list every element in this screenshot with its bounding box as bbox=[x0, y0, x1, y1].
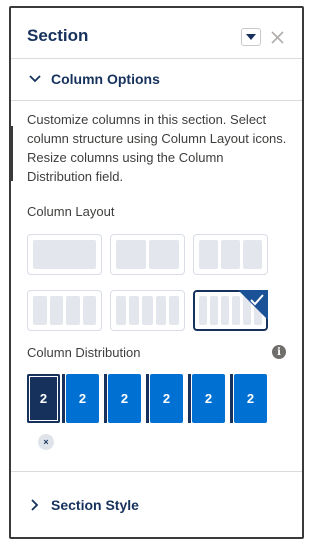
chevron-down-icon bbox=[27, 71, 43, 87]
layout-column bbox=[142, 296, 153, 325]
layout-column bbox=[129, 296, 140, 325]
layout-column bbox=[221, 240, 240, 269]
layout-column bbox=[82, 296, 96, 325]
distribution-resize-handle[interactable] bbox=[62, 374, 65, 423]
distribution-resize-handle[interactable] bbox=[230, 374, 233, 423]
layout-column bbox=[199, 240, 218, 269]
distribution-resize-handle[interactable] bbox=[104, 374, 107, 423]
layout-option-1-column[interactable] bbox=[27, 234, 102, 275]
info-icon[interactable]: i bbox=[272, 345, 286, 359]
layout-option-5-columns[interactable] bbox=[110, 290, 185, 331]
layout-column bbox=[33, 240, 96, 269]
chevron-down-icon bbox=[246, 34, 256, 40]
layout-option-2-columns[interactable] bbox=[110, 234, 185, 275]
column-layout-label: Column Layout bbox=[27, 204, 115, 219]
layout-column bbox=[149, 240, 179, 269]
checkmark-icon bbox=[250, 294, 264, 306]
panel-title: Section bbox=[27, 26, 89, 45]
layout-column bbox=[33, 296, 47, 325]
distribution-column-1[interactable]: 2 bbox=[27, 374, 60, 423]
layout-column bbox=[243, 240, 262, 269]
column-options-divider bbox=[11, 100, 302, 101]
distribution-column-5[interactable]: 2 bbox=[192, 374, 225, 423]
distribution-column-6[interactable]: 2 bbox=[234, 374, 267, 423]
section-properties-panel: Section Column Options Customize columns… bbox=[9, 6, 304, 539]
layout-option-3-columns[interactable] bbox=[193, 234, 268, 275]
close-icon bbox=[270, 30, 284, 44]
column-options-toggle[interactable]: Column Options bbox=[27, 71, 160, 87]
distribution-resize-handle[interactable] bbox=[188, 374, 191, 423]
chevron-right-icon bbox=[27, 497, 43, 513]
distribution-resize-handle[interactable] bbox=[146, 374, 149, 423]
column-options-label: Column Options bbox=[51, 71, 160, 87]
panel-menu-button[interactable] bbox=[241, 28, 261, 46]
distribution-column-4[interactable]: 2 bbox=[150, 374, 183, 423]
layout-column bbox=[116, 296, 127, 325]
layout-option-6-columns[interactable] bbox=[193, 290, 268, 331]
column-distribution-label: Column Distribution bbox=[27, 345, 141, 360]
layout-column bbox=[168, 296, 180, 325]
layout-column bbox=[155, 296, 166, 325]
layout-column bbox=[210, 296, 218, 325]
layout-column bbox=[116, 240, 146, 269]
section-style-toggle[interactable]: Section Style bbox=[27, 497, 139, 513]
section-style-label: Section Style bbox=[51, 497, 139, 513]
section-divider bbox=[11, 471, 302, 472]
header-divider bbox=[11, 58, 302, 59]
layout-option-4-columns[interactable] bbox=[27, 290, 102, 331]
distribution-column-2[interactable]: 2 bbox=[66, 374, 99, 423]
column-options-description: Customize columns in this section. Selec… bbox=[27, 112, 287, 184]
column-distribution-field: 2 2 2 2 2 2 bbox=[27, 374, 272, 424]
close-button[interactable] bbox=[268, 28, 286, 46]
layout-column bbox=[199, 296, 207, 325]
remove-column-button[interactable]: × bbox=[38, 434, 54, 450]
distribution-column-3[interactable]: 2 bbox=[108, 374, 141, 423]
layout-column bbox=[66, 296, 80, 325]
layout-column bbox=[49, 296, 63, 325]
layout-column bbox=[221, 296, 229, 325]
